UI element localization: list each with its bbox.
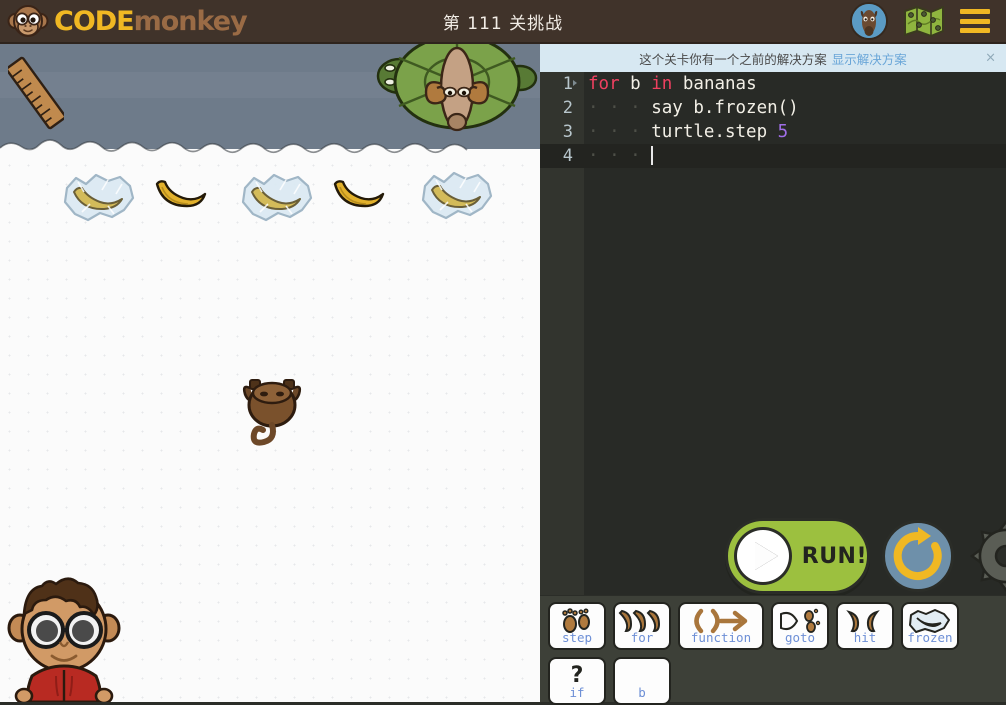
code-block-function[interactable]: function xyxy=(678,602,764,650)
close-icon[interactable]: × xyxy=(985,51,996,66)
hamburger-menu-icon[interactable] xyxy=(960,9,990,33)
code-block-step[interactable]: step xyxy=(548,602,606,650)
menu-bar-1 xyxy=(960,9,990,14)
code-token: for xyxy=(588,74,620,94)
play-triangle xyxy=(754,542,778,570)
code-block-frozen[interactable]: frozen xyxy=(901,602,959,650)
notice-message: 这个关卡你有一个之前的解决方案 xyxy=(639,51,827,67)
run-button[interactable]: RUN! xyxy=(725,518,870,594)
line-number: 1 xyxy=(562,74,573,94)
code-token: say b.frozen() xyxy=(651,98,799,118)
indent-guide: · · · xyxy=(588,146,652,166)
code-block-b[interactable]: b xyxy=(613,657,671,705)
line-number: 3 xyxy=(562,122,573,142)
top-bar-actions xyxy=(850,2,1006,40)
right-panel: 这个关卡你有一个之前的解决方案 显示解决方案 × 1 2 34 for b in b… xyxy=(540,44,1006,705)
code-block-for[interactable]: for xyxy=(613,602,671,650)
settings-button[interactable] xyxy=(969,519,1006,593)
brand-logo[interactable]: CODEmonkey xyxy=(0,3,248,39)
monkey-sprite-icon xyxy=(232,370,312,450)
code-block-label: b xyxy=(638,685,646,700)
play-icon xyxy=(734,527,792,585)
brand-wordmark: CODEmonkey xyxy=(54,5,248,37)
code-token: b xyxy=(630,74,641,94)
gear-icon xyxy=(969,519,1006,593)
code-block-label: if xyxy=(569,685,585,700)
menu-bar-2 xyxy=(960,18,990,24)
run-button-label: RUN! xyxy=(801,543,867,569)
code-line[interactable]: · · · xyxy=(584,144,1006,168)
avatar[interactable] xyxy=(850,2,888,40)
code-line[interactable]: · · · turtle.step 5 xyxy=(584,120,1006,144)
code-block-hit[interactable]: hit xyxy=(836,602,894,650)
frozen-banana-item xyxy=(62,172,136,229)
player-monkey-avatar xyxy=(2,576,126,702)
code-block-label: hit xyxy=(853,630,877,645)
code-line[interactable]: · · · say b.frozen() xyxy=(584,96,1006,120)
frozen-banana-item xyxy=(420,170,494,227)
banana-item xyxy=(152,174,208,219)
indent-guide: · · · xyxy=(588,122,652,142)
code-token: bananas xyxy=(682,74,757,94)
brand-monkey-text: monkey xyxy=(133,5,248,37)
previous-solution-notice: 这个关卡你有一个之前的解决方案 显示解决方案 × xyxy=(540,44,1006,72)
code-fold-icon[interactable] xyxy=(573,80,577,86)
show-solution-link[interactable]: 显示解决方案 xyxy=(832,49,907,68)
run-controls: RUN! xyxy=(540,504,1006,595)
code-block-label: function xyxy=(690,630,752,645)
code-token: in xyxy=(651,74,673,94)
code-editor[interactable]: 1234 for b in bananas · · · say b.frozen(… xyxy=(540,72,1006,595)
frozen-banana-item xyxy=(240,172,314,229)
code-blocks-toolbar[interactable]: step for function goto hit frozen ? if b xyxy=(540,596,1006,705)
code-block-if[interactable]: ? if xyxy=(548,657,606,705)
restart-icon xyxy=(893,527,942,580)
map-icon[interactable] xyxy=(902,4,946,38)
code-block-goto[interactable]: goto xyxy=(771,602,829,650)
ruler-icon xyxy=(5,54,67,132)
code-block-label: goto xyxy=(784,630,816,645)
code-block-label: step xyxy=(561,630,593,645)
code-block-label: for xyxy=(630,630,654,645)
code-token: 5 xyxy=(777,122,789,142)
top-bar: CODEmonkey 第 111 关挑战 xyxy=(0,0,1006,44)
line-number: 4 xyxy=(540,144,584,168)
code-line[interactable]: for b in bananas xyxy=(584,72,1006,96)
monkey-head-icon xyxy=(6,3,50,39)
game-stage[interactable] xyxy=(0,44,540,702)
restart-button[interactable] xyxy=(882,520,954,592)
indent-guide: · · · xyxy=(588,98,652,118)
code-token: turtle.step xyxy=(651,122,778,142)
code-block-label: frozen xyxy=(907,630,953,645)
brand-code-text: CODE xyxy=(54,5,135,37)
turtle-icon xyxy=(372,44,540,140)
page-title: 第 111 关挑战 xyxy=(442,13,564,34)
text-cursor xyxy=(651,146,653,165)
menu-bar-3 xyxy=(960,28,990,33)
line-number: 2 xyxy=(562,98,573,118)
banana-item xyxy=(330,174,386,219)
